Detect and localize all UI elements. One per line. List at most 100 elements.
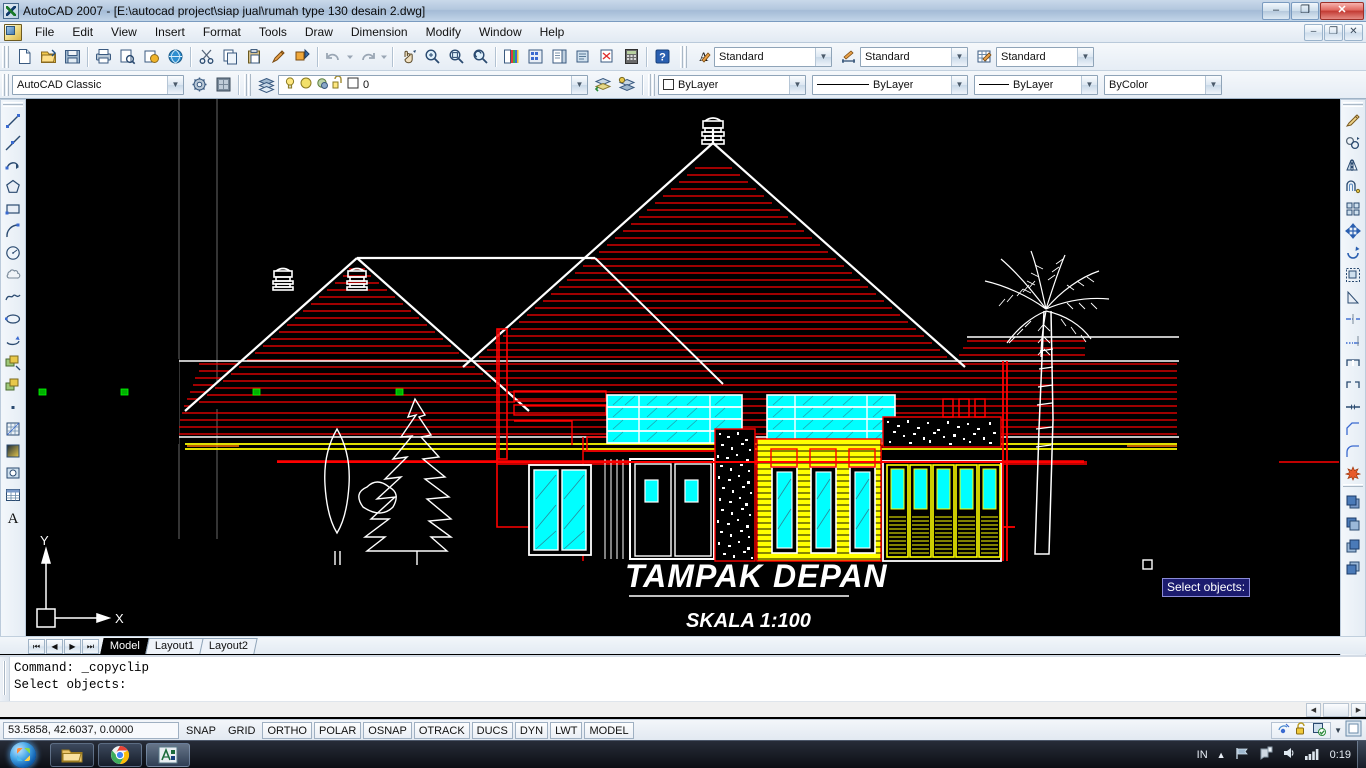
insert-block-icon[interactable] [2,352,24,374]
help-icon[interactable]: ? [650,45,674,69]
command-horizontal-scrollbar[interactable]: ◀ ▶ [0,701,1366,717]
array-icon[interactable] [1342,198,1364,220]
chevron-down-icon[interactable]: ▼ [1077,47,1093,66]
ducs-toggle[interactable]: DUCS [471,721,513,739]
ellipse-arc-icon[interactable] [2,330,24,352]
scroll-right-arrow-icon[interactable]: ▶ [1351,702,1366,717]
extend-icon[interactable] [1342,330,1364,352]
copy-icon[interactable] [218,45,242,69]
line-icon[interactable] [2,110,24,132]
menu-window[interactable]: Window [470,23,531,42]
dimension-style-combo[interactable]: Standard ▼ [860,46,968,67]
plot-style-combo[interactable]: ByColor ▼ [1104,74,1222,95]
show-hidden-icons-icon[interactable]: ▲ [1217,750,1226,760]
zoom-previous-icon[interactable] [468,45,492,69]
menu-format[interactable]: Format [194,23,250,42]
volume-icon[interactable] [1282,746,1296,763]
tab-layout1[interactable]: Layout1 [145,638,204,654]
mdi-restore-button[interactable]: ❐ [1324,23,1343,41]
mirror-icon[interactable] [1342,154,1364,176]
lwt-toggle[interactable]: LWT [550,721,583,739]
start-button[interactable] [0,741,46,768]
make-block-icon[interactable] [2,374,24,396]
undo-icon[interactable] [321,45,345,69]
publish-web-icon[interactable] [163,45,187,69]
chevron-down-icon[interactable]: ▼ [571,75,587,94]
show-desktop-button[interactable] [1357,740,1366,768]
command-window[interactable]: Command: _copyclip Select objects: ◀ ▶ [0,655,1366,717]
snap-toggle[interactable]: SNAP [181,722,221,739]
quickcalc-icon[interactable] [619,45,643,69]
properties-toolbar-grip[interactable] [648,73,655,96]
polar-toggle[interactable]: POLAR [314,721,362,739]
polyline-icon[interactable] [2,154,24,176]
layer-previous-icon[interactable] [591,73,615,97]
dimension-style-icon[interactable] [836,45,860,69]
menu-modify[interactable]: Modify [417,23,470,42]
taskbar-google-chrome[interactable] [98,742,142,767]
chevron-down-icon[interactable]: ▼ [815,47,831,66]
match-properties-icon[interactable] [266,45,290,69]
modify-toolbar-grip[interactable] [1343,102,1363,108]
open-folder-icon[interactable] [36,45,60,69]
chevron-down-icon[interactable]: ▼ [789,75,805,94]
chamfer-icon[interactable] [1342,418,1364,440]
draw-toolbar-grip[interactable] [3,102,23,108]
chevron-down-icon[interactable]: ▼ [1334,726,1342,735]
menu-view[interactable]: View [102,23,146,42]
trim-icon[interactable] [1342,308,1364,330]
text-style-combo[interactable]: Standard ▼ [714,46,832,67]
make-object-layer-current-icon[interactable] [615,73,639,97]
grid-toggle[interactable]: GRID [223,722,261,739]
plot-preview-icon[interactable] [115,45,139,69]
zoom-window-icon[interactable] [444,45,468,69]
tab-model[interactable]: Model [100,638,150,654]
rectangle-icon[interactable] [2,198,24,220]
input-language-indicator[interactable]: IN [1197,749,1208,761]
layers-toolbar-grip[interactable] [244,73,251,96]
table-icon[interactable] [2,484,24,506]
menu-file[interactable]: File [26,23,63,42]
styles-toolbar-grip[interactable] [680,45,687,68]
properties-icon[interactable] [499,45,523,69]
freeze-sun-icon[interactable] [299,76,313,93]
paste-icon[interactable] [242,45,266,69]
scrollbar-thumb[interactable] [1323,702,1349,717]
chevron-down-icon[interactable]: ▼ [951,75,967,94]
undo-dropdown-icon[interactable] [345,45,355,69]
unlock-toolbars-icon[interactable] [1294,721,1308,739]
layer-properties-icon[interactable] [254,73,278,97]
manage-xrefs-icon[interactable] [1312,722,1327,739]
construction-line-icon[interactable] [2,132,24,154]
scroll-left-arrow-icon[interactable]: ◀ [1306,702,1321,717]
last-layout-button[interactable]: ⏭ [82,639,99,654]
tab-layout2[interactable]: Layout2 [199,638,258,654]
otrack-toggle[interactable]: OTRACK [413,721,470,739]
circle-icon[interactable] [2,242,24,264]
bring-above-object-icon[interactable] [1342,535,1364,557]
copy-object-icon[interactable] [1342,132,1364,154]
stretch-icon[interactable] [1342,286,1364,308]
arc-icon[interactable] [2,220,24,242]
lock-open-icon[interactable] [315,76,329,93]
hatch-icon[interactable] [2,418,24,440]
color-combo[interactable]: ByLayer ▼ [658,74,806,95]
publish-icon[interactable] [139,45,163,69]
send-to-back-icon[interactable] [1342,513,1364,535]
bring-to-front-icon[interactable] [1342,491,1364,513]
clean-screen-icon[interactable] [1345,720,1362,740]
scale-icon[interactable] [1342,264,1364,286]
designcenter-icon[interactable] [523,45,547,69]
tool-palettes-icon[interactable] [547,45,571,69]
dyn-toggle[interactable]: DYN [514,721,549,739]
previous-layout-button[interactable]: ◀ [46,639,63,654]
move-icon[interactable] [1342,220,1364,242]
mdi-minimize-button[interactable]: – [1304,23,1323,41]
offset-icon[interactable] [1342,176,1364,198]
lightbulb-on-icon[interactable] [283,76,297,93]
markup-set-icon[interactable] [595,45,619,69]
lineweight-combo[interactable]: ByLayer ▼ [974,74,1098,95]
gear-icon[interactable] [187,73,211,97]
model-paper-toggle[interactable]: MODEL [584,721,634,739]
region-icon[interactable] [2,462,24,484]
